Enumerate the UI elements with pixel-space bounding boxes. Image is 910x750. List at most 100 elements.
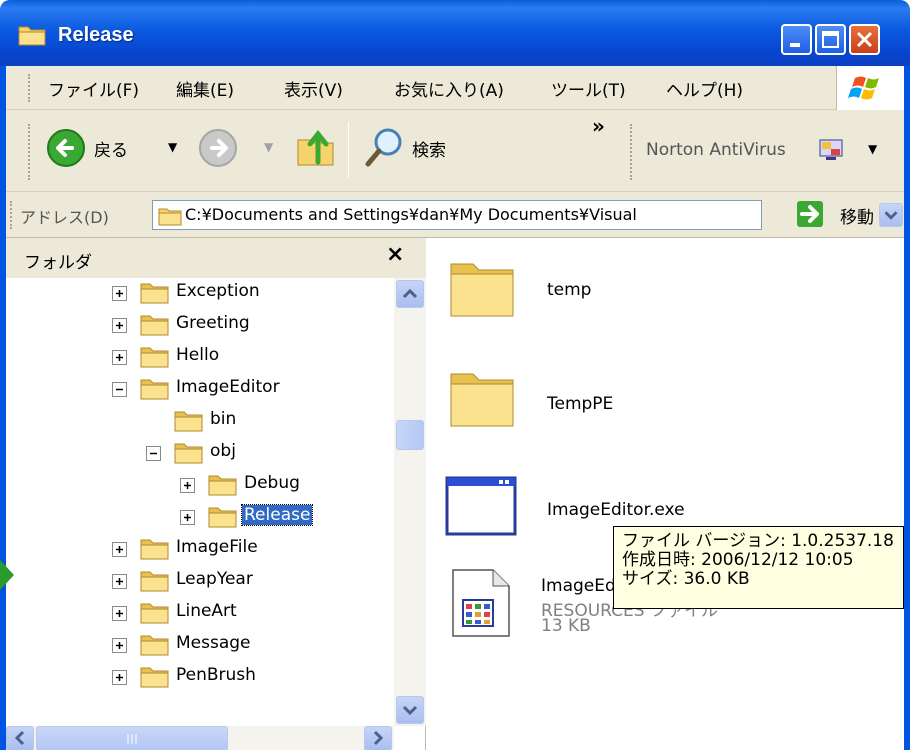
chevron-up-icon [402, 288, 418, 299]
folder-icon [18, 24, 46, 46]
menu-grip[interactable] [28, 74, 31, 102]
search-button[interactable]: 検索 [362, 124, 472, 170]
expand-plus-icon[interactable] [180, 510, 195, 525]
search-icon [365, 128, 402, 167]
tree-item[interactable]: ImageEditor [6, 374, 394, 404]
back-button[interactable]: 戻る ▼ [46, 126, 177, 170]
folder-icon [450, 263, 514, 317]
collapse-minus-icon[interactable] [112, 382, 127, 397]
toolbar-overflow-button[interactable]: » [592, 114, 605, 138]
tree-item-label: obj [210, 441, 236, 461]
tree-item[interactable]: ImageFile [6, 534, 394, 564]
menu-file[interactable]: ファイル(F) [48, 76, 139, 101]
folder-icon [140, 281, 170, 305]
folder-icon [140, 345, 170, 369]
norton-icon[interactable] [818, 138, 844, 162]
chevron-down-icon [402, 705, 418, 716]
scroll-down-button[interactable] [396, 696, 424, 724]
folder-icon [208, 473, 238, 497]
content-area: フォルダ × Exception Greeting Hello ImageEditor… [6, 237, 904, 750]
go-label: 移動 [840, 208, 874, 228]
norton-grip[interactable] [630, 124, 633, 180]
norton-label[interactable]: Norton AntiVirus [646, 140, 786, 160]
tooltip-size: サイズ: 36.0 KB [622, 569, 750, 589]
tree-item[interactable]: PenBrush [6, 662, 394, 692]
horizontal-scroll-thumb[interactable] [36, 726, 228, 750]
expand-plus-icon[interactable] [180, 478, 195, 493]
address-grip[interactable] [10, 201, 13, 229]
address-input[interactable]: C:¥Documents and Settings¥dan¥My Documen… [152, 200, 903, 230]
file-name: ImageEd [541, 576, 616, 596]
tree-horizontal-scrollbar[interactable] [6, 726, 394, 750]
tree-item[interactable]: obj [6, 438, 394, 468]
window-title: Release [58, 24, 134, 46]
scroll-up-button[interactable] [396, 280, 424, 308]
file-item-temppe[interactable]: TempPE [447, 368, 647, 440]
window-body: ファイル(F) 編集(E) 表示(V) お気に入り(A) ツール(T) ヘルプ(… [6, 66, 904, 750]
go-arrow-icon [797, 201, 823, 227]
tree-item-label: Message [176, 633, 251, 653]
scroll-left-button[interactable] [6, 726, 34, 750]
expand-plus-icon[interactable] [112, 350, 127, 365]
expand-plus-icon[interactable] [112, 286, 127, 301]
expand-plus-icon[interactable] [112, 542, 127, 557]
tree-item-label: ImageFile [176, 537, 258, 557]
norton-dropdown-icon[interactable]: ▼ [868, 142, 877, 156]
folder-icon [140, 633, 170, 657]
go-button[interactable]: 移動 [796, 200, 900, 230]
tree-item[interactable]: Hello [6, 342, 394, 372]
tree-vertical-scrollbar[interactable] [394, 278, 426, 726]
expand-plus-icon[interactable] [112, 318, 127, 333]
forward-dropdown-icon[interactable]: ▼ [264, 140, 273, 154]
up-folder-button[interactable] [294, 124, 340, 170]
folder-tree[interactable]: Exception Greeting Hello ImageEditor bin obj D… [6, 278, 394, 726]
file-size: 13 KB [541, 616, 591, 636]
tree-item[interactable]: LeapYear [6, 566, 394, 596]
menu-view[interactable]: 表示(V) [284, 76, 343, 101]
tree-item[interactable]: Exception [6, 278, 394, 308]
file-list[interactable]: temp TempPE ImageEditor.exe ImageEd RESO… [427, 238, 904, 750]
menu-edit[interactable]: 編集(E) [176, 76, 234, 101]
menu-favorites[interactable]: お気に入り(A) [394, 76, 504, 101]
expand-plus-icon[interactable] [112, 606, 127, 621]
expand-plus-icon[interactable] [112, 574, 127, 589]
windows-logo [836, 66, 904, 110]
search-label: 検索 [412, 141, 446, 161]
tree-item-label: LineArt [176, 601, 237, 621]
tree-item[interactable]: Debug [6, 470, 394, 500]
collapse-minus-icon[interactable] [146, 446, 161, 461]
maximize-button[interactable] [815, 24, 846, 55]
file-name: temp [547, 280, 592, 300]
expand-plus-icon[interactable] [112, 638, 127, 653]
tree-item[interactable]: Message [6, 630, 394, 660]
tree-item[interactable]: bin [6, 406, 394, 436]
back-dropdown-icon[interactable]: ▼ [168, 140, 177, 154]
minimize-button[interactable] [781, 24, 812, 55]
folder-pane-close-button[interactable]: × [386, 242, 404, 267]
file-item-temp[interactable]: temp [447, 258, 647, 330]
resources-file-icon [452, 569, 510, 637]
file-info-tooltip: ファイル バージョン: 1.0.2537.18 作成日時: 2006/12/12… [613, 526, 904, 609]
forward-button[interactable]: ▼ [198, 128, 278, 172]
expand-plus-icon[interactable] [112, 670, 127, 685]
tree-item[interactable]: Release [6, 502, 394, 532]
tree-item[interactable]: LineArt [6, 598, 394, 628]
file-name: ImageEditor.exe [547, 500, 685, 520]
address-value: C:¥Documents and Settings¥dan¥My Documen… [185, 205, 637, 224]
title-bar[interactable]: Release [0, 0, 910, 66]
tree-item-label: Greeting [176, 313, 250, 333]
scroll-right-button[interactable] [364, 726, 392, 750]
folder-pane-header: フォルダ × [6, 238, 426, 278]
up-folder-icon [297, 129, 334, 166]
menu-tools[interactable]: ツール(T) [551, 76, 626, 101]
tooltip-created: 作成日時: 2006/12/12 10:05 [622, 550, 854, 570]
folder-icon [140, 313, 170, 337]
close-button[interactable] [849, 24, 880, 55]
tree-item[interactable]: Greeting [6, 310, 394, 340]
toolbar-grip[interactable] [28, 124, 31, 180]
menu-help[interactable]: ヘルプ(H) [666, 76, 743, 101]
scroll-thumb[interactable] [396, 420, 424, 450]
tree-item-label: Hello [176, 345, 220, 365]
folder-icon [450, 373, 514, 427]
back-arrow-icon [47, 129, 85, 167]
